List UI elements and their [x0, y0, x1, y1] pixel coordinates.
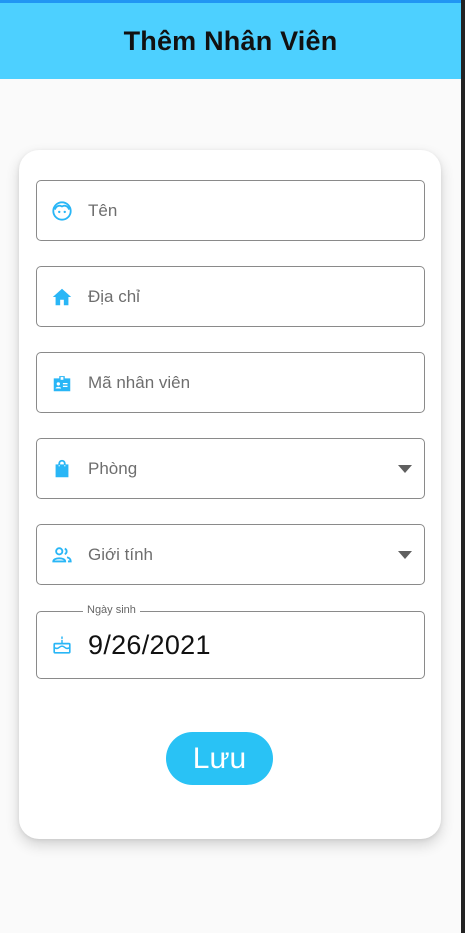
- employee-id-field[interactable]: Mã nhân viên: [36, 352, 425, 413]
- chevron-down-icon[interactable]: [398, 551, 412, 559]
- chevron-down-icon[interactable]: [398, 465, 412, 473]
- department-dropdown[interactable]: Phòng: [36, 438, 425, 499]
- face-icon: [51, 200, 73, 222]
- birthday-value: 9/26/2021: [88, 629, 211, 660]
- gender-dropdown[interactable]: Giới tính: [36, 524, 425, 585]
- cake-icon: [51, 634, 73, 656]
- save-button[interactable]: Lưu: [166, 732, 273, 785]
- birthday-label: Ngày sinh: [83, 604, 140, 616]
- app-screen: Thêm Nhân Viên Tên Địa chỉ Mã nhân viên …: [0, 0, 465, 933]
- employee-id-placeholder: Mã nhân viên: [88, 372, 191, 392]
- gender-placeholder: Giới tính: [88, 544, 154, 564]
- shopping-bag-icon: [51, 458, 73, 480]
- page-title: Thêm Nhân Viên: [123, 25, 338, 56]
- name-field[interactable]: Tên: [36, 180, 425, 241]
- address-field[interactable]: Địa chỉ: [36, 266, 425, 327]
- name-placeholder: Tên: [88, 200, 118, 220]
- badge-icon: [51, 372, 73, 394]
- window-edge: [461, 0, 465, 933]
- home-icon: [51, 286, 73, 308]
- address-placeholder: Địa chỉ: [88, 286, 140, 306]
- employee-form-card: Tên Địa chỉ Mã nhân viên Phòng Giới tính…: [19, 150, 441, 839]
- department-placeholder: Phòng: [88, 458, 138, 478]
- app-bar: Thêm Nhân Viên: [0, 3, 461, 79]
- birthday-field[interactable]: Ngày sinh 9/26/2021: [36, 604, 425, 679]
- people-icon: [51, 544, 73, 566]
